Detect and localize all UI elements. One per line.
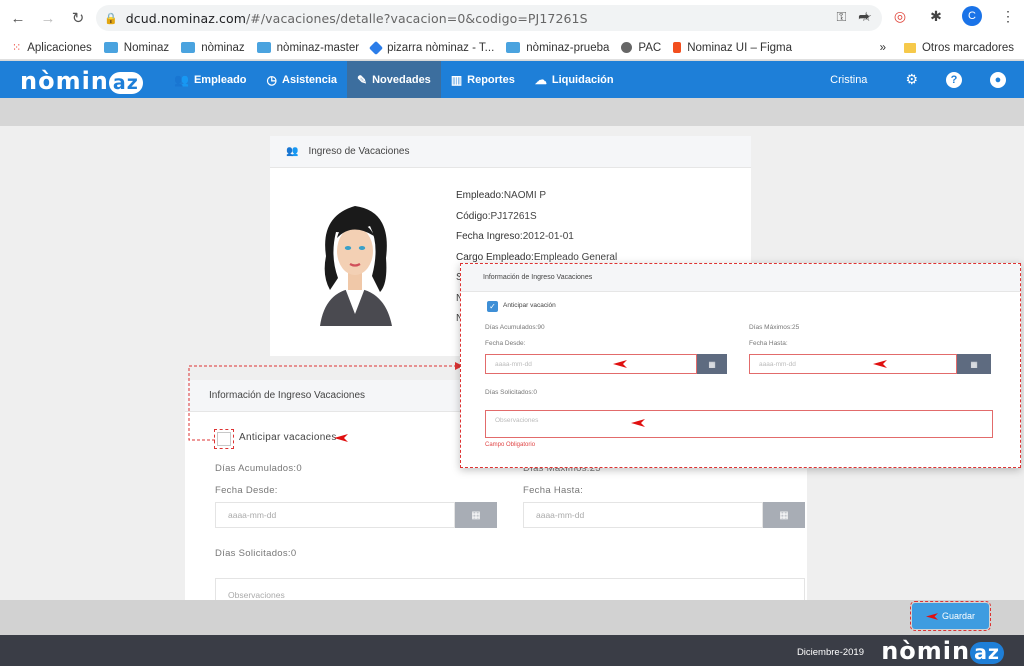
annotation-arrow-from-date <box>613 360 627 368</box>
browser-toolbar: ← → ↻ 🔒 dcud.nominaz.com/#/vacaciones/de… <box>0 0 1024 36</box>
zoom-from-label: Fecha Desde: <box>485 340 526 347</box>
annotation-arrow-save <box>925 612 938 620</box>
sub-toolbar <box>0 98 1024 126</box>
employee-card-title: Ingreso de Vacaciones <box>308 146 410 157</box>
from-date-input[interactable]: aaaa-mm-dd <box>215 502 455 528</box>
to-date-label: Fecha Hasta: <box>523 485 584 496</box>
zoom-requested-days: Días Solicitados:0 <box>485 389 538 396</box>
globe-icon <box>621 42 633 53</box>
settings-gears-icon[interactable]: ⚙ <box>905 71 918 88</box>
zoom-to-calendar-button[interactable]: ▦ <box>957 354 991 374</box>
zoom-advance-checkbox[interactable]: ✓ <box>487 301 498 312</box>
users-icon: 👥 <box>286 146 299 157</box>
employee-name-row: Empleado:NAOMI P <box>456 190 547 201</box>
nav-novedades[interactable]: ✎ Novedades <box>347 61 441 98</box>
required-field-error: Campo Obligatorio <box>485 442 536 448</box>
bookmark-pizarra[interactable]: pizarra nòminaz - T... <box>369 40 494 55</box>
forward-icon[interactable]: → <box>36 6 60 30</box>
bookmark-figma[interactable]: Nominaz UI – Figma <box>673 42 792 54</box>
employee-avatar <box>320 206 392 326</box>
zoomed-form-overlay: Información de Ingreso Vacaciones ✓ Anti… <box>460 263 1021 468</box>
bookmark-nominaz-2[interactable]: nòminaz <box>181 42 245 54</box>
footer-logo: nòmin az <box>881 637 1004 665</box>
folder-icon <box>903 42 916 53</box>
clock-icon: ◷ <box>266 72 278 87</box>
to-date-input[interactable]: aaaa-mm-dd <box>523 502 763 528</box>
bookmark-pac[interactable]: PAC <box>621 42 661 54</box>
cloud-icon <box>181 42 196 53</box>
bookmark-apps[interactable]: ⁙ Aplicaciones <box>12 41 92 55</box>
footer-date: Diciembre-2019 <box>796 647 864 658</box>
bookmark-nominaz-master[interactable]: nòminaz-master <box>256 42 359 54</box>
bookmark-nominaz[interactable]: Nominaz <box>103 42 169 54</box>
zoom-to-date-input[interactable]: aaaa-mm-dd <box>749 354 957 374</box>
nav-empleado[interactable]: 👥 Empleado <box>164 61 257 98</box>
calendar-icon: ▦ <box>779 509 789 521</box>
requested-days: Días Solicitados:0 <box>215 548 297 559</box>
from-date-label: Fecha Desde: <box>215 485 278 496</box>
accumulated-days: Días Acumulados:0 <box>215 463 302 474</box>
employee-card-header: 👥 Ingreso de Vacaciones <box>270 136 751 168</box>
diamond-icon <box>369 40 384 55</box>
other-bookmarks[interactable]: Otros marcadores <box>922 42 1014 54</box>
bookmark-nominaz-prueba[interactable]: nòminaz-prueba <box>506 42 609 54</box>
action-bar <box>0 600 1024 635</box>
menu-dots-icon[interactable]: ⋮ <box>998 6 1018 26</box>
profile-avatar[interactable]: C <box>962 6 982 26</box>
hire-date-row: Fecha Ingreso:2012-01-01 <box>456 231 574 242</box>
share-icon[interactable]: ➦ <box>854 6 874 26</box>
back-icon[interactable]: ← <box>6 6 30 30</box>
zoom-accumulated-days: Días Acumulados:90 <box>485 324 545 331</box>
zoom-to-label: Fecha Hasta: <box>749 340 788 347</box>
zoom-max-days: Días Máximos:25 <box>749 324 800 331</box>
annotation-connector <box>188 362 463 441</box>
key-icon[interactable]: ⚿ <box>836 9 846 25</box>
to-date-calendar-button[interactable]: ▦ <box>763 502 805 528</box>
observations-input[interactable]: Observaciones <box>215 578 805 602</box>
puzzle-icon[interactable]: ✱ <box>926 6 946 26</box>
zoom-card-header: Información de Ingreso Vacaciones <box>461 264 1020 292</box>
zoom-observations-input[interactable]: Observaciones <box>485 410 993 438</box>
nav-asistencia[interactable]: ◷ Asistencia <box>257 61 348 98</box>
user-name[interactable]: Cristina <box>830 74 867 86</box>
calendar-icon: ▦ <box>471 509 481 521</box>
url-text: dcud.nominaz.com/#/vacaciones/detalle?va… <box>125 10 588 26</box>
apps-grid-icon: ⁙ <box>12 42 22 54</box>
user-icon[interactable]: ● <box>990 71 1006 88</box>
address-bar[interactable]: 🔒 dcud.nominaz.com/#/vacaciones/detalle?… <box>96 5 882 31</box>
bar-chart-icon: ▥ <box>450 72 463 87</box>
more-bookmarks[interactable]: » <box>880 42 886 54</box>
app-navbar: nòmin az 👥 Empleado ◷ Asistencia ✎ Novedades… <box>0 61 1024 98</box>
calendar-icon: ▦ <box>708 359 716 369</box>
cloud-icon <box>506 42 521 53</box>
zoom-card-title: Información de Ingreso Vacaciones <box>483 274 593 281</box>
nav-liquidacion[interactable]: ☁ Liquidación <box>525 61 624 98</box>
extension-red-icon[interactable]: ◎ <box>890 6 910 26</box>
help-icon[interactable]: ? <box>946 71 962 88</box>
zoom-from-date-input[interactable]: aaaa-mm-dd <box>485 354 697 374</box>
annotation-arrow-checkbox <box>334 434 348 442</box>
from-date-calendar-button[interactable]: ▦ <box>455 502 497 528</box>
employee-code-row: Código:PJ17261S <box>456 210 537 222</box>
cloud-icon <box>103 42 118 53</box>
nav-reportes[interactable]: ▥ Reportes <box>441 61 525 98</box>
reload-icon[interactable]: ↻ <box>66 6 90 30</box>
nominaz-logo[interactable]: nòmin az <box>20 67 143 95</box>
annotation-arrow-to-date <box>873 360 887 368</box>
cloud-icon <box>256 42 271 53</box>
cloud-icon: ☁ <box>534 72 547 87</box>
footer: Diciembre-2019 nòmin az <box>0 635 1024 666</box>
lock-icon: 🔒 <box>104 12 118 25</box>
zoom-from-calendar-button[interactable]: ▦ <box>697 354 727 374</box>
calendar-icon: ▦ <box>970 359 978 369</box>
figma-icon <box>673 42 682 53</box>
zoom-advance-label: Anticipar vacación <box>503 302 556 309</box>
edit-icon: ✎ <box>357 72 368 87</box>
annotation-arrow-observations <box>631 419 645 427</box>
users-icon: 👥 <box>174 72 189 87</box>
bookmarks-bar: ⁙ Aplicaciones Nominaz nòminaz nòminaz-m… <box>0 36 1024 60</box>
save-button[interactable]: Guardar <box>910 601 991 631</box>
